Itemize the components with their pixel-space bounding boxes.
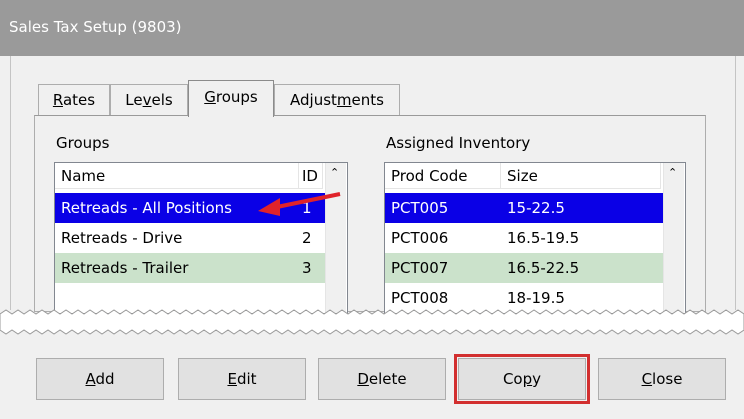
- annotation-arrow-icon: [258, 192, 341, 216]
- edit-button-label-post: dit: [236, 370, 257, 388]
- edit-button[interactable]: Edit: [178, 358, 306, 400]
- tab-levels-label-pre: Le: [125, 91, 143, 109]
- tab-groups-mnemonic: G: [204, 88, 216, 106]
- table-row[interactable]: PCT006 16.5-19.5: [385, 223, 663, 253]
- inventory-scrollbar[interactable]: ⌃: [663, 163, 684, 313]
- add-button-mnemonic: A: [85, 370, 96, 388]
- prod-code: PCT006: [391, 229, 449, 247]
- delete-button[interactable]: Delete: [318, 358, 446, 400]
- group-id: 3: [302, 259, 312, 277]
- table-row[interactable]: Retreads - Drive 2: [55, 223, 325, 253]
- close-button-mnemonic: C: [641, 370, 653, 388]
- tab-adjustments-mnemonic: m: [336, 91, 352, 109]
- tab-levels-label-post: els: [151, 91, 173, 109]
- tab-groups[interactable]: Groups: [188, 80, 274, 117]
- group-name: Retreads - Drive: [61, 229, 183, 247]
- column-header-size[interactable]: Size: [501, 163, 661, 189]
- tab-groups-label-post: roups: [215, 88, 258, 106]
- close-button-label-post: lose: [652, 370, 683, 388]
- tab-rates-mnemonic: R: [52, 91, 63, 109]
- title-bar: Sales Tax Setup (9803): [0, 0, 744, 56]
- window-title: Sales Tax Setup (9803): [9, 18, 182, 36]
- groups-label: Groups: [56, 134, 110, 152]
- size: 15-22.5: [507, 199, 565, 217]
- assigned-inventory-label: Assigned Inventory: [386, 134, 531, 152]
- delete-button-mnemonic: D: [357, 370, 369, 388]
- tab-rates-label-post: ates: [62, 91, 96, 109]
- assigned-inventory-list[interactable]: Prod Code Size ⌃ PCT005 15-22.5 PCT006 1…: [384, 162, 686, 314]
- table-row[interactable]: PCT005 15-22.5: [385, 193, 663, 223]
- tab-rates[interactable]: Rates: [38, 84, 110, 115]
- scroll-up-icon[interactable]: ⌃: [668, 166, 677, 179]
- scroll-up-icon[interactable]: ⌃: [330, 166, 339, 179]
- add-button[interactable]: Add: [36, 358, 164, 400]
- table-row[interactable]: Retreads - Trailer 3: [55, 253, 325, 283]
- table-row[interactable]: PCT007 16.5-22.5: [385, 253, 663, 283]
- prod-code: PCT005: [391, 199, 449, 217]
- groups-list[interactable]: Name ID ⌃ Retreads - All Positions 1 Ret…: [54, 162, 348, 314]
- prod-code: PCT007: [391, 259, 449, 277]
- screenshot-break: [0, 309, 744, 335]
- size: 16.5-22.5: [507, 259, 580, 277]
- tab-adjustments[interactable]: Adjustments: [274, 84, 400, 115]
- column-header-prod-code[interactable]: Prod Code: [385, 163, 501, 189]
- edit-button-mnemonic: E: [227, 370, 237, 388]
- delete-button-label-post: elete: [368, 370, 407, 388]
- copy-button-highlight: [454, 354, 590, 404]
- group-name: Retreads - Trailer: [61, 259, 189, 277]
- tab-levels-mnemonic: v: [142, 91, 152, 109]
- close-button[interactable]: Close: [598, 358, 726, 400]
- tab-levels[interactable]: Levels: [110, 84, 188, 115]
- group-id: 2: [302, 229, 312, 247]
- tab-adjustments-label-post: ents: [351, 91, 384, 109]
- tab-adjustments-label-pre: Adjust: [290, 91, 337, 109]
- add-button-label-post: dd: [95, 370, 115, 388]
- size: 16.5-19.5: [507, 229, 580, 247]
